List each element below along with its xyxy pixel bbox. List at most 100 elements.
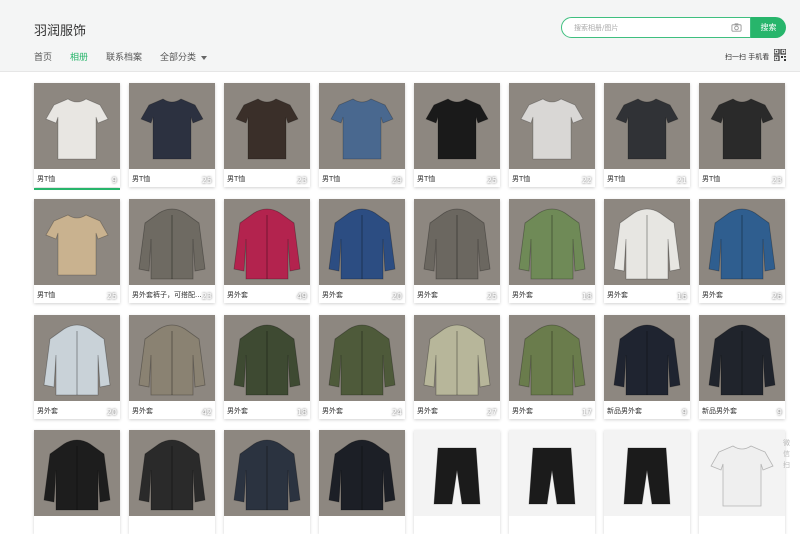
album-title[interactable]: 男外套: [512, 406, 592, 416]
jacket-photo[interactable]: [699, 199, 785, 285]
search-box[interactable]: [561, 17, 751, 38]
album-title[interactable]: 男外套: [227, 290, 307, 300]
album-card[interactable]: 23 男T恤: [224, 83, 310, 187]
tshirt-photo[interactable]: [129, 83, 215, 169]
album-title[interactable]: 男外套: [417, 406, 497, 416]
jacket-photo[interactable]: [129, 315, 215, 401]
album-card[interactable]: 49 男外套: [224, 199, 310, 303]
album-card[interactable]: 20 男外套: [34, 315, 120, 419]
album-title[interactable]: 男T恤: [37, 290, 117, 300]
album-card[interactable]: 24 男外套: [319, 315, 405, 419]
album-card[interactable]: 20 男外套: [319, 199, 405, 303]
jacket-photo[interactable]: [414, 315, 500, 401]
tshirt-photo[interactable]: [319, 83, 405, 169]
album-card[interactable]: 25 男T恤: [129, 83, 215, 187]
album-title[interactable]: 男T恤: [607, 174, 687, 184]
jacket-photo[interactable]: [34, 315, 120, 401]
album-card[interactable]: 25 男T恤: [34, 199, 120, 303]
album-card[interactable]: 21 男T恤: [604, 83, 690, 187]
jacket-photo[interactable]: [129, 430, 215, 516]
nav-albums[interactable]: 相册: [70, 50, 88, 64]
jacket-photo[interactable]: [319, 430, 405, 516]
tshirt-photo[interactable]: [699, 430, 785, 516]
album-title[interactable]: 男T恤: [702, 174, 782, 184]
album-title[interactable]: 男T恤: [417, 174, 497, 184]
album-card[interactable]: 29 男T恤: [319, 83, 405, 187]
tshirt-photo[interactable]: [34, 83, 120, 169]
album-title[interactable]: 男外套裤子，可搭配...: [132, 290, 212, 300]
jacket-photo[interactable]: [509, 315, 595, 401]
album-title[interactable]: 男T恤: [512, 174, 592, 184]
nav-contact[interactable]: 联系档案: [106, 50, 142, 64]
jacket-photo[interactable]: [414, 199, 500, 285]
jacket-photo[interactable]: [699, 315, 785, 401]
shorts-photo[interactable]: [414, 430, 500, 516]
album-card[interactable]: 17 男外套: [509, 315, 595, 419]
album-card[interactable]: 9 男T恤: [34, 83, 120, 190]
album-title[interactable]: 男外套: [417, 290, 497, 300]
tshirt-photo[interactable]: [414, 83, 500, 169]
album-title[interactable]: 新品男外套: [702, 406, 782, 416]
album-card[interactable]: 22 男T恤: [509, 83, 595, 187]
album-title[interactable]: 男外套: [322, 290, 402, 300]
jacket-photo[interactable]: [224, 199, 310, 285]
album-card[interactable]: 23 男外套裤子，可搭配...: [129, 199, 215, 303]
tshirt-photo[interactable]: [604, 83, 690, 169]
album-title[interactable]: 男外套: [227, 406, 307, 416]
jacket-photo[interactable]: [34, 430, 120, 516]
shorts-photo[interactable]: [509, 430, 595, 516]
album-card[interactable]: 18 男外套: [224, 315, 310, 419]
caret-down-icon: [201, 55, 208, 60]
album-title[interactable]: 男T恤: [132, 174, 212, 184]
album-title[interactable]: 男外套: [322, 406, 402, 416]
jacket-photo[interactable]: [319, 315, 405, 401]
jacket-photo[interactable]: [604, 199, 690, 285]
album-card[interactable]: 16 男外套: [604, 199, 690, 303]
scan-text[interactable]: 扫一扫 手机看: [725, 52, 769, 62]
album-title[interactable]: 男外套: [37, 406, 117, 416]
tshirt-photo[interactable]: [699, 83, 785, 169]
album-title[interactable]: 男外套: [607, 290, 687, 300]
album-card[interactable]: 23 男T恤: [699, 83, 785, 187]
album-card[interactable]: [699, 430, 785, 534]
album-title[interactable]: 男T恤: [227, 174, 307, 184]
album-card[interactable]: 25 男T恤: [414, 83, 500, 187]
album-card[interactable]: [604, 430, 690, 534]
album-title[interactable]: 男外套: [132, 406, 212, 416]
jacket-photo[interactable]: [604, 315, 690, 401]
nav-home[interactable]: 首页: [34, 50, 52, 64]
shorts-photo[interactable]: [604, 430, 690, 516]
tshirt-photo[interactable]: [509, 83, 595, 169]
jacket-photo[interactable]: [224, 430, 310, 516]
album-card[interactable]: 9 新品男外套: [604, 315, 690, 419]
jacket-photo[interactable]: [319, 199, 405, 285]
album-card[interactable]: [414, 430, 500, 534]
camera-icon[interactable]: [731, 22, 742, 33]
album-card[interactable]: [319, 430, 405, 534]
qr-code-icon[interactable]: [774, 49, 786, 61]
album-title[interactable]: 新品男外套: [607, 406, 687, 416]
nav-categories-label: 全部分类: [160, 53, 197, 63]
album-title[interactable]: 男外套: [512, 290, 592, 300]
jacket-photo[interactable]: [509, 199, 595, 285]
album-card[interactable]: [224, 430, 310, 534]
album-card[interactable]: 9 新品男外套: [699, 315, 785, 419]
album-card[interactable]: 26 男外套: [699, 199, 785, 303]
search-button[interactable]: 搜索: [751, 17, 786, 38]
album-card[interactable]: 18 男外套: [509, 199, 595, 303]
album-card[interactable]: [509, 430, 595, 534]
jacket-photo[interactable]: [224, 315, 310, 401]
tshirt-photo[interactable]: [224, 83, 310, 169]
album-card[interactable]: 42 男外套: [129, 315, 215, 419]
album-card[interactable]: [34, 430, 120, 534]
album-card[interactable]: 25 男外套: [414, 199, 500, 303]
tshirt-photo[interactable]: [34, 199, 120, 285]
album-title[interactable]: 男外套: [702, 290, 782, 300]
jacket-photo[interactable]: [129, 199, 215, 285]
album-title[interactable]: 男T恤: [322, 174, 402, 184]
album-card[interactable]: 27 男外套: [414, 315, 500, 419]
search-input[interactable]: [574, 20, 724, 35]
nav-categories[interactable]: 全部分类: [160, 50, 208, 64]
album-card[interactable]: [129, 430, 215, 534]
album-title[interactable]: 男T恤: [37, 174, 117, 184]
